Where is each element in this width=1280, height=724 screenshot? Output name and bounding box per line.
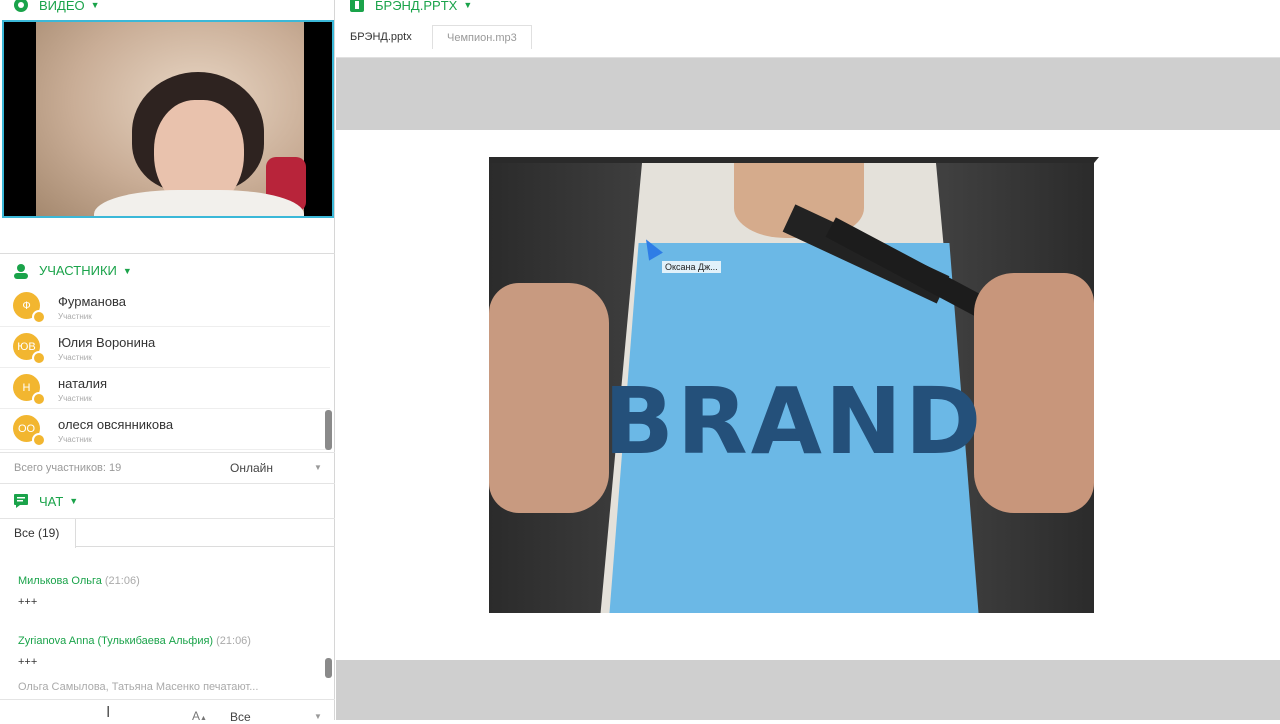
chat-input[interactable]: I A▲ Все ▼	[0, 699, 335, 724]
chat-message-author: Милькова Ольга (21:06)	[18, 575, 140, 587]
author-name: Милькова Ольга	[18, 575, 102, 587]
chevron-down-icon: ▼	[90, 0, 100, 10]
chat-title: ЧАТ	[39, 493, 64, 509]
typing-indicator: Ольга Самылова, Татьяна Масенко печатают…	[18, 681, 259, 693]
document-panel: БРЭНД.PPTX ▼ БРЭНД.pptx Чемпион.mp3 BRAN…	[336, 0, 1280, 720]
image-hand-right	[974, 273, 1094, 513]
participant-row[interactable]: ОО олеся овсянникова Участник	[0, 409, 330, 450]
participant-role: Участник	[58, 353, 92, 362]
document-icon	[348, 0, 366, 14]
document-title: БРЭНД.PPTX	[375, 0, 458, 13]
text-cursor-icon: I	[106, 704, 111, 721]
participant-role: Участник	[58, 312, 92, 321]
chevron-down-icon: ▼	[122, 265, 132, 276]
participant-name: Фурманова	[58, 294, 127, 309]
author-name: Zyrianova Anna (Тулькибаева Альфия)	[18, 635, 214, 647]
participant-name: олеся овсянникова	[58, 417, 174, 432]
user-icon	[12, 262, 30, 280]
chat-scrollbar[interactable]	[325, 658, 332, 678]
tab-brand-pptx[interactable]: БРЭНД.pptx	[336, 25, 426, 49]
video-stream[interactable]	[2, 20, 334, 218]
presentation-stage: BRAND Оксана Дж...	[336, 58, 1280, 720]
participant-role: Участник	[58, 435, 92, 444]
participant-role-icon	[32, 351, 46, 365]
document-header[interactable]: БРЭНД.PPTX ▼	[336, 0, 1280, 22]
participant-name: Юлия Воронина	[58, 335, 156, 350]
participant-name: наталия	[58, 376, 108, 391]
chat-message-text: +++	[18, 596, 38, 608]
participants-total: Всего участников: 19	[14, 462, 122, 474]
participants-footer: Всего участников: 19 Онлайн ▼	[0, 452, 335, 484]
participant-row[interactable]: Н наталия Участник	[0, 368, 330, 409]
tab-all[interactable]: Все (19)	[0, 519, 76, 548]
chevron-down-icon: ▼	[463, 0, 473, 10]
participant-role-icon	[32, 433, 46, 447]
status-filter-select[interactable]: Онлайн	[230, 461, 273, 475]
message-time: (21:06)	[216, 635, 251, 647]
chat-header[interactable]: ЧАТ ▼	[0, 484, 335, 518]
participant-row[interactable]: ЮВ Юлия Воронина Участник	[0, 327, 330, 368]
recipient-select[interactable]: Все	[230, 710, 251, 724]
participant-row[interactable]: Ф Фурманова Участник	[0, 286, 330, 327]
participants-scrollbar[interactable]	[325, 410, 332, 450]
presenter-cursor-label: Оксана Дж...	[662, 261, 721, 273]
slide-brand-text: BRAND	[603, 368, 985, 475]
sort-arrows-icon: ▲	[200, 715, 207, 722]
participants-header[interactable]: УЧАСТНИКИ ▼	[0, 253, 335, 287]
chevron-down-icon: ▼	[69, 496, 79, 506]
image-hand-left	[489, 283, 609, 513]
font-size-button[interactable]: A▲	[192, 709, 207, 723]
message-time: (21:06)	[104, 575, 140, 587]
left-panel: ВИДЕО ▼ УЧАСТНИКИ ▼ Ф Фурманова Участник…	[0, 0, 335, 724]
video-icon	[12, 0, 30, 14]
chat-message-text: +++	[18, 656, 38, 668]
participants-title: УЧАСТНИКИ	[39, 263, 117, 278]
slide: BRAND Оксана Дж...	[336, 130, 1280, 660]
chat-icon	[12, 492, 30, 510]
participant-role: Участник	[58, 394, 92, 403]
participant-role-icon	[32, 392, 46, 406]
chat-tabs: Все (19)	[0, 518, 335, 548]
participant-role-icon	[32, 310, 46, 324]
slide-image: BRAND	[489, 157, 1099, 613]
tab-champion-mp3[interactable]: Чемпион.mp3	[432, 25, 532, 49]
chat-message-author: Zyrianova Anna (Тулькибаева Альфия) (21:0…	[18, 635, 251, 647]
video-header[interactable]: ВИДЕО ▼	[0, 0, 335, 22]
video-title: ВИДЕО	[39, 0, 85, 13]
file-tabs: БРЭНД.pptx Чемпион.mp3	[336, 20, 1280, 58]
font-button-label: A	[192, 709, 201, 723]
chevron-down-icon[interactable]: ▼	[314, 463, 322, 472]
